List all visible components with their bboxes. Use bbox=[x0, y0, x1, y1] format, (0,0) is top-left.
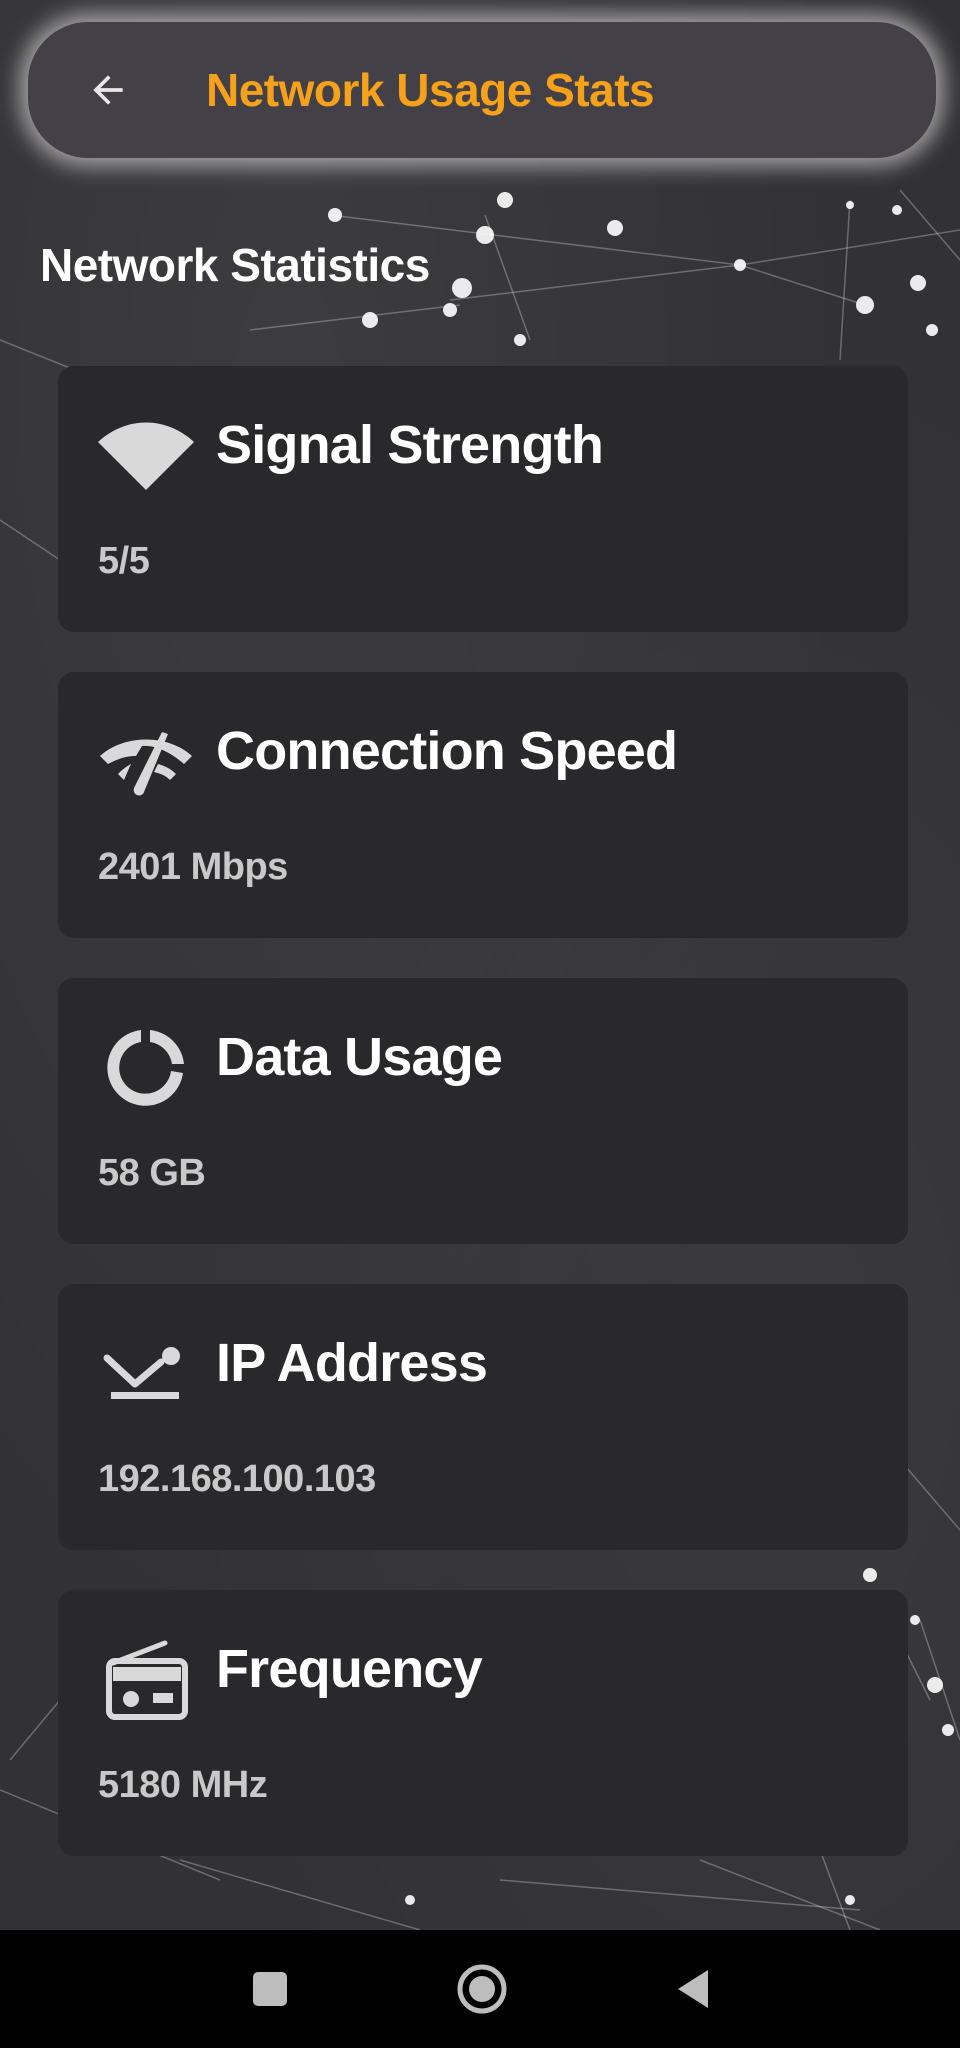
stat-card-signal-strength[interactable]: Signal Strength 5/5 bbox=[58, 366, 908, 632]
arrow-back-icon bbox=[93, 75, 123, 105]
stat-label: Signal Strength bbox=[216, 415, 604, 475]
stat-value: 192.168.100.103 bbox=[98, 1458, 376, 1500]
section-heading: Network Statistics bbox=[40, 239, 430, 291]
stat-card-connection-speed[interactable]: Connection Speed 2401 Mbps bbox=[58, 672, 908, 938]
stat-card-frequency[interactable]: Frequency 5180 MHz bbox=[58, 1590, 908, 1856]
stat-value: 5/5 bbox=[98, 540, 150, 582]
recents-square-icon bbox=[253, 1972, 287, 2006]
settings-ethernet-icon bbox=[96, 1334, 196, 1414]
home-circle-icon bbox=[457, 1964, 507, 2014]
stat-label: Data Usage bbox=[216, 1027, 503, 1087]
system-navigation-bar bbox=[0, 1930, 960, 2048]
home-button[interactable] bbox=[447, 1954, 517, 2024]
wifi-icon bbox=[96, 416, 196, 496]
stat-card-data-usage[interactable]: Data Usage 58 GB bbox=[58, 978, 908, 1244]
stat-value: 58 GB bbox=[98, 1152, 206, 1194]
app-bar: Network Usage Stats bbox=[28, 22, 936, 158]
back-button[interactable] bbox=[78, 60, 138, 120]
stat-label: Connection Speed bbox=[216, 721, 678, 781]
stat-value: 5180 MHz bbox=[98, 1764, 268, 1806]
radio-icon bbox=[96, 1640, 196, 1720]
back-triangle-icon bbox=[678, 1970, 708, 2008]
stat-card-ip-address[interactable]: IP Address 192.168.100.103 bbox=[58, 1284, 908, 1550]
back-nav-button[interactable] bbox=[658, 1954, 728, 2024]
data-usage-icon bbox=[96, 1028, 196, 1108]
stat-label: IP Address bbox=[216, 1333, 488, 1393]
stat-value: 2401 Mbps bbox=[98, 846, 288, 888]
recents-button[interactable] bbox=[235, 1954, 305, 2024]
page-title: Network Usage Stats bbox=[206, 64, 655, 116]
stat-label: Frequency bbox=[216, 1639, 483, 1699]
network-check-icon bbox=[96, 722, 196, 802]
